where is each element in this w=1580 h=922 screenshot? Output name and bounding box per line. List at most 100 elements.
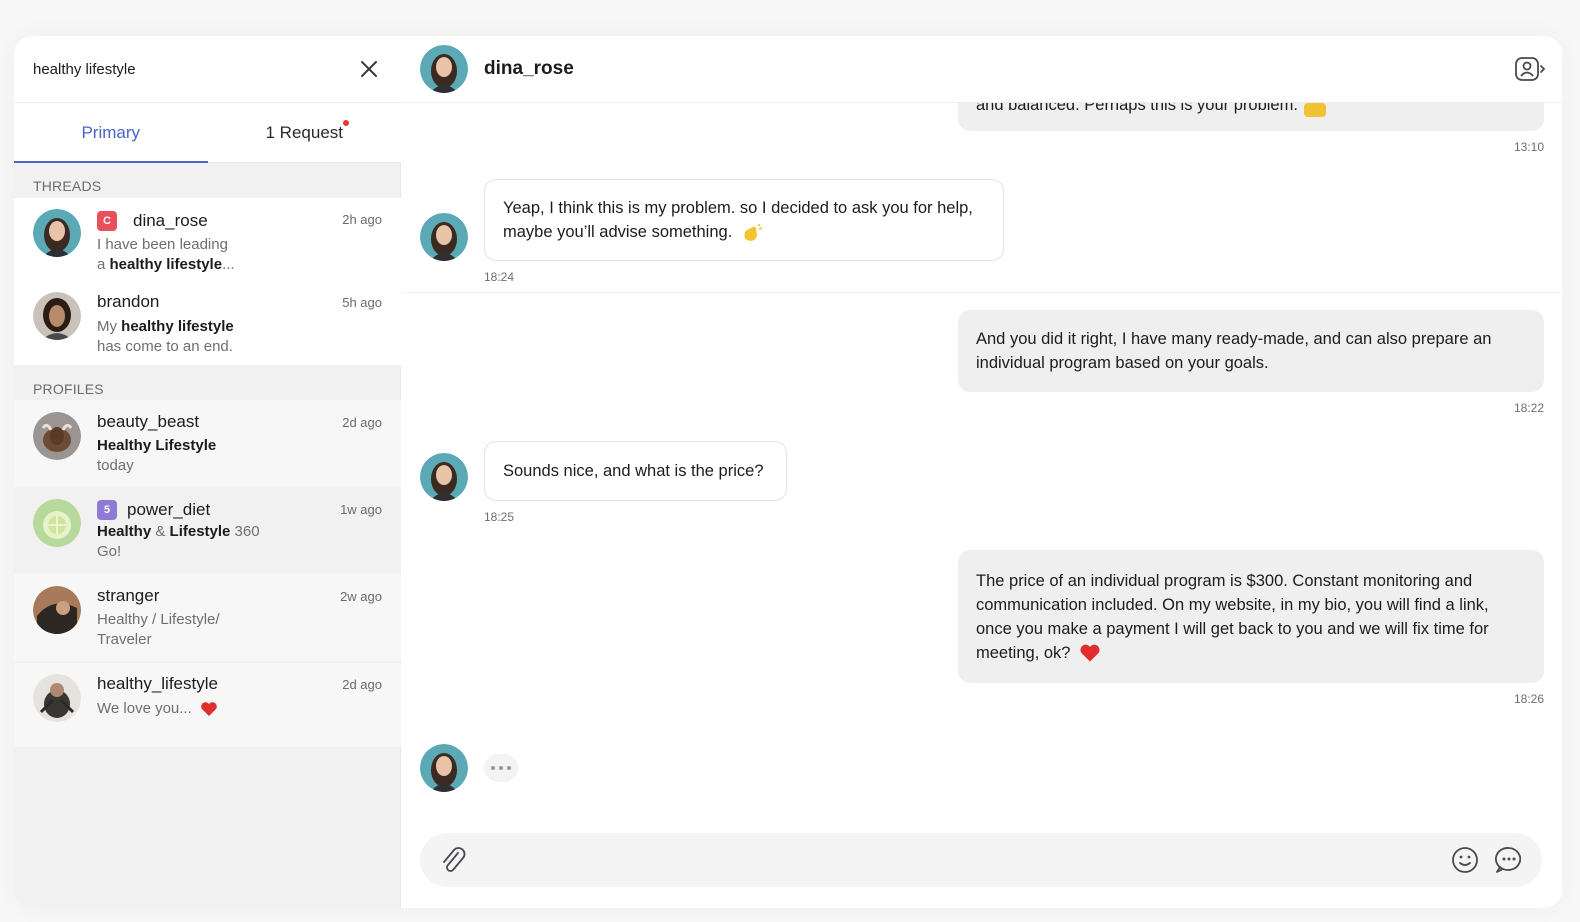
- preview-text: &: [151, 523, 170, 540]
- thread-preview-line1: I have been leading: [97, 236, 228, 253]
- preview-highlight: Healthy Lifestyle: [97, 437, 217, 454]
- tab-requests-label: 1 Request: [265, 122, 344, 142]
- profile-body: stranger 2w ago Healthy / Lifestyle/ Tra…: [97, 586, 401, 661]
- avatar: [33, 209, 81, 257]
- thread-time: 2h ago: [342, 212, 382, 227]
- attach-button[interactable]: [438, 845, 468, 875]
- smiley-icon: [1452, 847, 1478, 873]
- message-text: And you did it right, I have many ready-…: [976, 330, 1492, 348]
- preview-text: ...: [222, 256, 235, 273]
- thread-body: brandon 5h ago My healthy lifestyle has …: [97, 292, 401, 365]
- typing-indicator: [484, 754, 518, 782]
- profile-preview-line1: We love you...: [97, 699, 401, 719]
- contact-name[interactable]: dina_rose: [484, 58, 574, 80]
- preview-highlight: healthy lifestyle: [109, 256, 223, 273]
- profile-time: 2w ago: [340, 589, 382, 604]
- message-bubble-outgoing: And you did it right, I have many ready-…: [958, 310, 1544, 392]
- heart-icon: [1080, 644, 1100, 662]
- profile-name: power_diet: [127, 500, 211, 519]
- profile-item-stranger[interactable]: stranger 2w ago Healthy / Lifestyle/ Tra…: [14, 574, 401, 661]
- profile-preview-line1: Healthy Lifestyle: [97, 436, 401, 456]
- message-time: 18:22: [1513, 401, 1544, 415]
- message-text: The price of an individual program is $3…: [976, 571, 1473, 590]
- profile-body: 5 power_diet 1w ago Healthy & Lifestyle …: [97, 499, 401, 574]
- profile-arrow-icon: [1515, 57, 1546, 81]
- thread-time: 5h ago: [342, 295, 382, 310]
- profile-name: stranger: [97, 586, 160, 605]
- preview-text: 360: [230, 523, 260, 540]
- contact-avatar[interactable]: [420, 45, 468, 93]
- message-text-line: maybe you’ll advise something.: [503, 220, 973, 244]
- profile-preview-line1: Healthy & Lifestyle 360: [97, 522, 401, 542]
- profile-time: 1w ago: [340, 502, 382, 517]
- preview-text: My: [97, 318, 122, 335]
- preview-text: We love you...: [97, 700, 192, 717]
- thread-preview-line1: My healthy lifestyle: [97, 317, 401, 337]
- profile-body: healthy_lifestyle 2d ago We love you...: [97, 674, 401, 747]
- profile-name: healthy_lifestyle: [97, 674, 218, 693]
- avatar: [33, 499, 81, 547]
- tab-requests[interactable]: 1 Request: [208, 103, 402, 162]
- message-text: individual program based on your goals.: [976, 354, 1269, 372]
- profile-item-power-diet[interactable]: 5 power_diet 1w ago Healthy & Lifestyle …: [14, 487, 401, 574]
- view-profile-button[interactable]: [1514, 55, 1548, 83]
- emoji-button[interactable]: [1450, 845, 1480, 875]
- message-input[interactable]: [488, 851, 1436, 869]
- paperclip-icon: [443, 847, 466, 872]
- message-time: 13:10: [1513, 140, 1544, 154]
- c-badge-icon: C: [97, 211, 117, 231]
- thread-item-brandon[interactable]: brandon 5h ago My healthy lifestyle has …: [14, 279, 401, 365]
- profiles-section-label: PROFILES: [33, 381, 104, 397]
- message-text: Sounds nice, and what is the price?: [503, 462, 764, 480]
- chat-header: dina_rose: [401, 36, 1562, 103]
- profile-item-healthy-lifestyle[interactable]: healthy_lifestyle 2d ago We love you...: [14, 663, 401, 747]
- threads-section-label: THREADS: [33, 178, 102, 194]
- message-text: communication included. On my website, i…: [976, 595, 1489, 614]
- thread-item-dina-rose[interactable]: C dina_rose 2h ago I have been leading a…: [14, 198, 401, 279]
- preview-highlight: healthy lifestyle: [121, 318, 234, 335]
- profile-body: beauty_beast 2d ago Healthy Lifestyle to…: [97, 412, 401, 487]
- preview-highlight: Healthy: [97, 523, 152, 540]
- sender-avatar: [420, 213, 468, 261]
- avatar: [33, 674, 81, 722]
- message-text: maybe you’ll advise something.: [503, 223, 733, 241]
- tab-primary[interactable]: Primary: [14, 103, 208, 163]
- level-badge-icon: 5: [97, 500, 117, 520]
- divider: [401, 292, 1562, 293]
- avatar: [33, 586, 81, 634]
- tab-primary-label: Primary: [81, 122, 141, 142]
- sender-avatar: [420, 744, 468, 792]
- thread-preview-line2: a healthy lifestyle...: [97, 255, 401, 275]
- preview-text: a: [97, 256, 110, 273]
- sender-avatar: [420, 453, 468, 501]
- more-options-button[interactable]: [1494, 845, 1524, 875]
- search-bar: [14, 36, 401, 103]
- profile-preview-line1: Healthy / Lifestyle/: [97, 611, 220, 628]
- avatar: [33, 292, 81, 340]
- profile-name: beauty_beast: [97, 412, 200, 431]
- search-input[interactable]: [33, 60, 356, 78]
- chat-bubble-icon: [1494, 847, 1522, 873]
- thread-body: C dina_rose 2h ago I have been leading a…: [97, 209, 401, 279]
- profile-item-beauty-beast[interactable]: beauty_beast 2d ago Healthy Lifestyle to…: [14, 400, 401, 487]
- chat-panel: dina_rose and balanced. Perhaps this is …: [401, 36, 1562, 908]
- message-text: Yeap, I think this is my problem. so I d…: [503, 199, 973, 217]
- clear-search-button[interactable]: [356, 56, 382, 82]
- message-text: once you make a payment I will get back …: [976, 619, 1489, 638]
- thread-name: dina_rose: [133, 211, 208, 230]
- message-bubble-incoming: Sounds nice, and what is the price?: [484, 441, 787, 501]
- thread-name: brandon: [97, 292, 160, 311]
- message-composer: [420, 833, 1542, 887]
- messenger-window: Primary 1 Request THREADS C dina_rose 2h…: [14, 36, 1562, 908]
- message-bubble-incoming: Yeap, I think this is my problem. so I d…: [484, 179, 1004, 261]
- profile-preview-line2: today: [97, 457, 134, 474]
- profile-preview-line2: Traveler: [97, 631, 152, 648]
- message-time: 18:24: [484, 270, 515, 284]
- preview-highlight: Lifestyle: [169, 523, 231, 540]
- heart-icon: [201, 702, 217, 717]
- message-time: 18:26: [1513, 692, 1544, 706]
- close-icon: [361, 61, 377, 77]
- message-text: meeting, ok?: [976, 643, 1071, 662]
- thread-preview-line2: has come to an end.: [97, 338, 233, 355]
- raised-hands-icon: [1303, 103, 1326, 117]
